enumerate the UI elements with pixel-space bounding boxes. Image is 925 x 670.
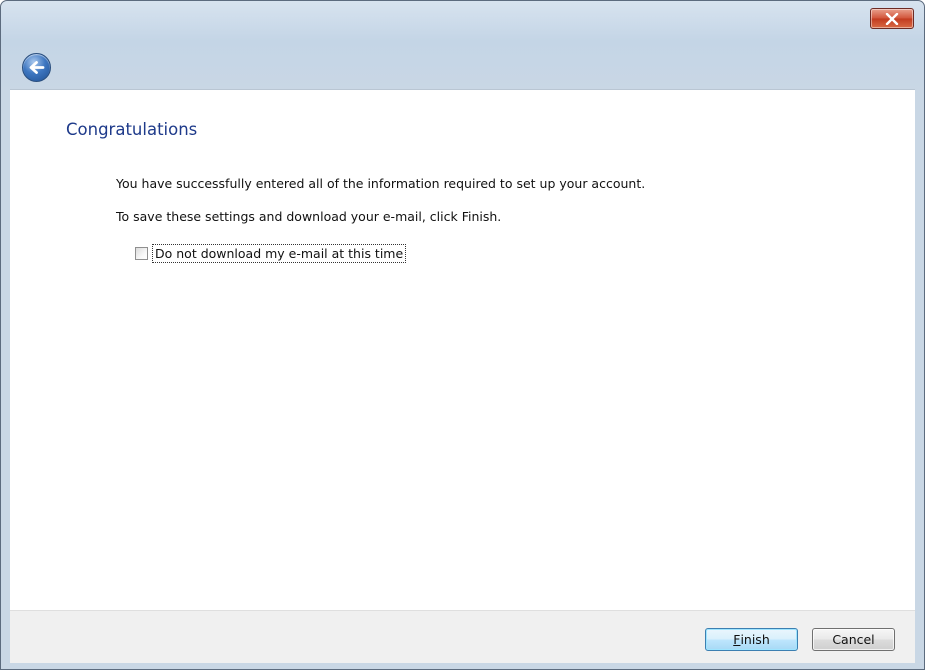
button-bar: Finish Cancel xyxy=(10,610,915,663)
do-not-download-label[interactable]: Do not download my e-mail at this time xyxy=(152,244,407,263)
content-panel: Congratulations You have successfully en… xyxy=(10,89,915,610)
do-not-download-checkbox[interactable] xyxy=(135,247,148,260)
instruction-message: To save these settings and download your… xyxy=(116,209,502,224)
close-icon xyxy=(885,12,899,25)
back-arrow-icon xyxy=(29,61,45,74)
finish-label-rest: inish xyxy=(740,632,770,647)
title-bar xyxy=(1,1,924,89)
back-button[interactable] xyxy=(22,53,51,82)
do-not-download-option[interactable]: Do not download my e-mail at this time xyxy=(135,244,407,263)
cancel-button[interactable]: Cancel xyxy=(812,628,895,651)
finish-accelerator: F xyxy=(733,632,741,647)
close-button[interactable] xyxy=(870,8,914,29)
finish-button[interactable]: Finish xyxy=(705,628,798,651)
page-title: Congratulations xyxy=(66,120,198,139)
wizard-window: Congratulations You have successfully en… xyxy=(0,0,925,670)
success-message: You have successfully entered all of the… xyxy=(116,176,646,191)
